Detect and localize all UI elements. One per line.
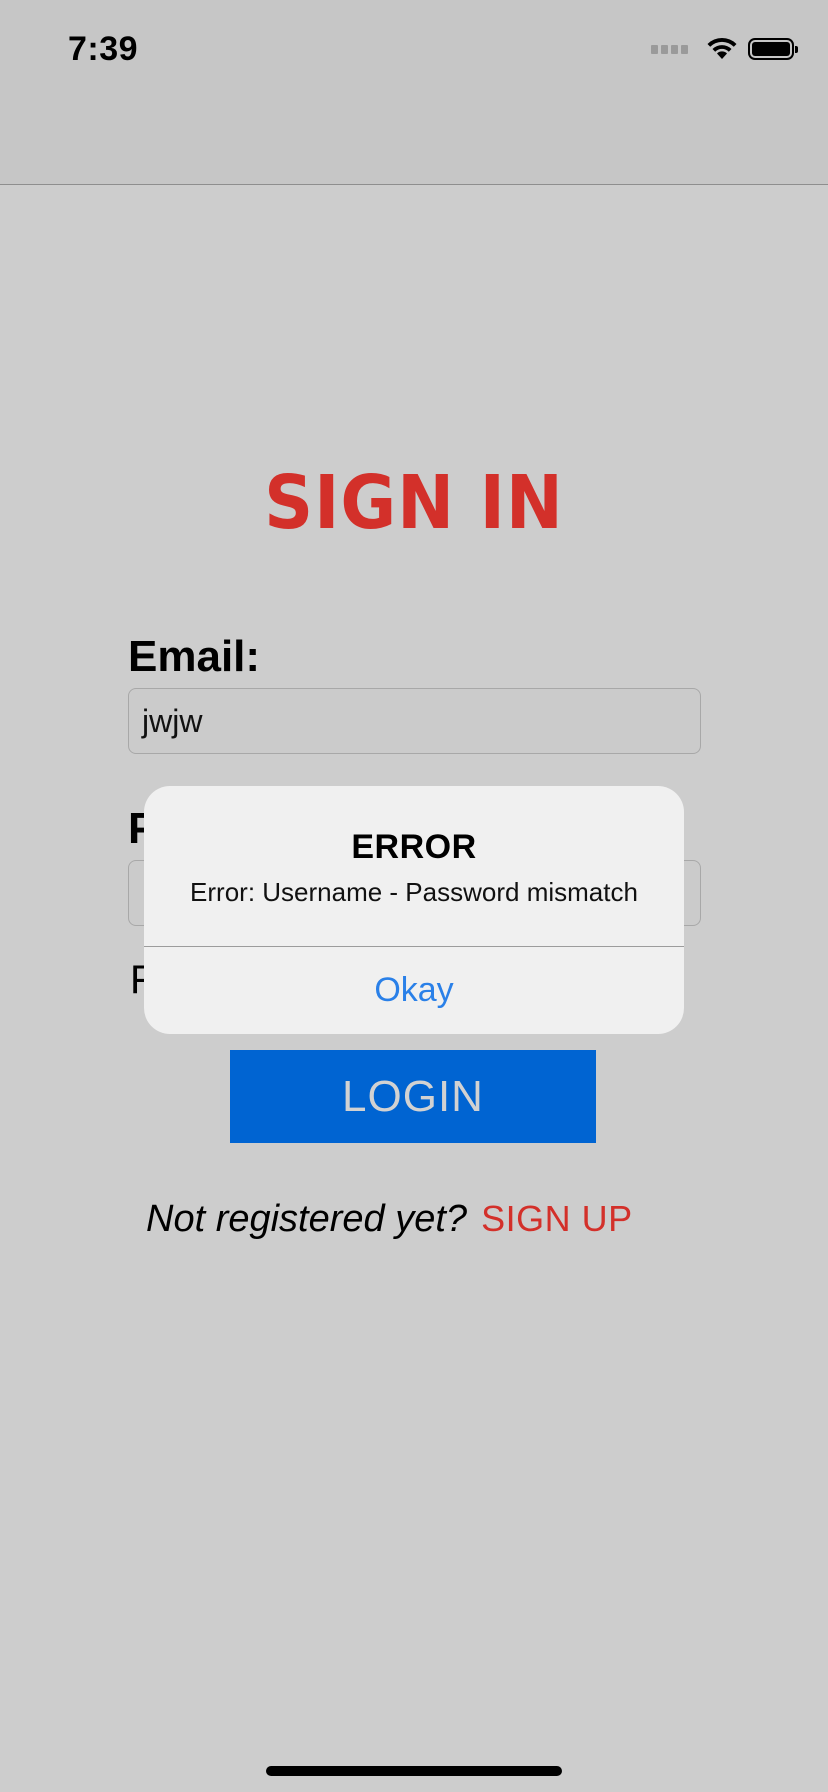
status-time: 7:39: [68, 30, 139, 68]
status-bar: 7:39: [0, 0, 828, 100]
error-alert: ERROR Error: Username - Password mismatc…: [144, 786, 684, 1034]
register-prompt: Not registered yet?: [146, 1198, 468, 1240]
wifi-icon: [707, 37, 737, 59]
status-icons: [651, 34, 798, 64]
email-label: Email:: [128, 632, 261, 681]
alert-title: ERROR: [351, 828, 477, 866]
signup-link[interactable]: SIGN UP: [481, 1198, 633, 1240]
navigation-bar: [0, 100, 828, 185]
page-title: SIGN IN: [264, 460, 564, 546]
okay-button[interactable]: Okay: [144, 947, 684, 1034]
cellular-signal-icon: [651, 44, 688, 54]
battery-icon: [748, 38, 798, 60]
login-button[interactable]: LOGIN: [230, 1050, 596, 1143]
home-indicator[interactable]: [266, 1766, 562, 1776]
register-row: Not registered yet? SIGN UP: [146, 1198, 633, 1241]
email-field[interactable]: jwjw: [128, 688, 701, 754]
alert-message: Error: Username - Password mismatch: [190, 877, 638, 907]
